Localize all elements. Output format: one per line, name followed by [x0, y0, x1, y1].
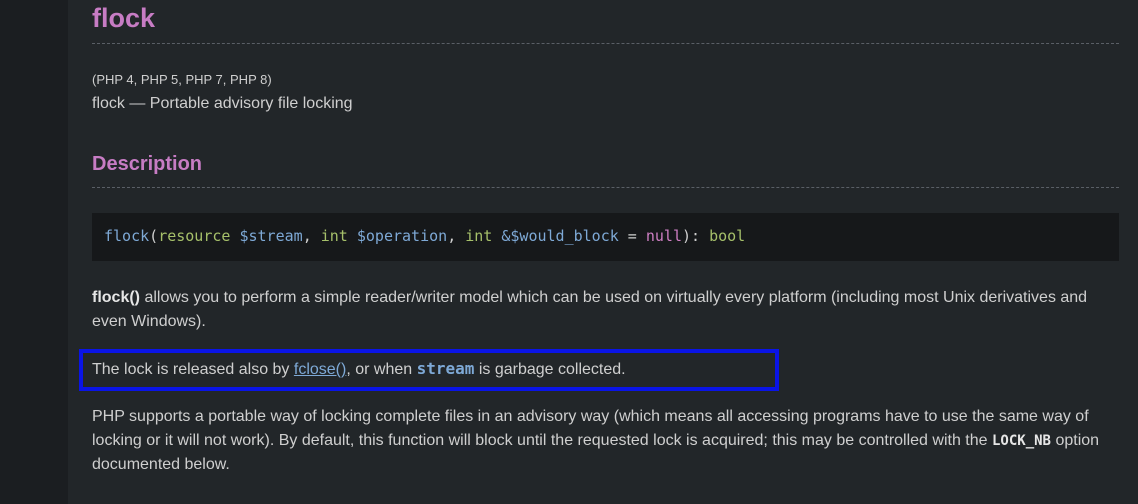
signature-return-type: bool	[709, 227, 746, 245]
description-paragraph-3: PHP supports a portable way of locking c…	[92, 405, 1112, 477]
paragraph-3-text: PHP supports a portable way of locking c…	[92, 408, 1089, 449]
description-heading: Description	[92, 153, 203, 175]
signature-param2-type: int	[320, 227, 348, 245]
description-paragraph-1: flock() allows you to perform a simple r…	[92, 286, 1112, 334]
method-signature: flock(resource $stream, int $operation, …	[92, 213, 1119, 261]
refname: flock — Portable advisory file locking	[92, 95, 353, 112]
signature-default-value: null	[645, 227, 682, 245]
signature-function-name: flock	[104, 227, 150, 245]
paragraph-1-text: allows you to perform a simple reader/wr…	[92, 289, 1088, 330]
lock-nb-constant: LOCK_NB	[991, 433, 1051, 449]
description-divider	[92, 187, 1119, 188]
signature-comma2: ,	[447, 227, 466, 245]
signature-param1-type: resource	[158, 227, 231, 245]
signature-param1-name: $stream	[239, 227, 303, 245]
signature-close: ):	[682, 227, 710, 245]
signature-equals: =	[618, 227, 646, 245]
signature-open-paren: (	[149, 227, 159, 245]
signature-param3-type: int	[465, 227, 493, 245]
left-sidebar	[0, 0, 68, 504]
title-divider	[92, 43, 1119, 44]
highlight-box	[79, 349, 779, 391]
signature-comma1: ,	[302, 227, 321, 245]
version-info: (PHP 4, PHP 5, PHP 7, PHP 8)	[92, 72, 272, 87]
function-ref: flock()	[92, 289, 140, 306]
signature-param3-name: &$would_block	[501, 227, 619, 245]
signature-param2-name: $operation	[356, 227, 448, 245]
page-title: flock	[92, 3, 156, 33]
main-content: flock (PHP 4, PHP 5, PHP 7, PHP 8) flock…	[68, 0, 1138, 504]
